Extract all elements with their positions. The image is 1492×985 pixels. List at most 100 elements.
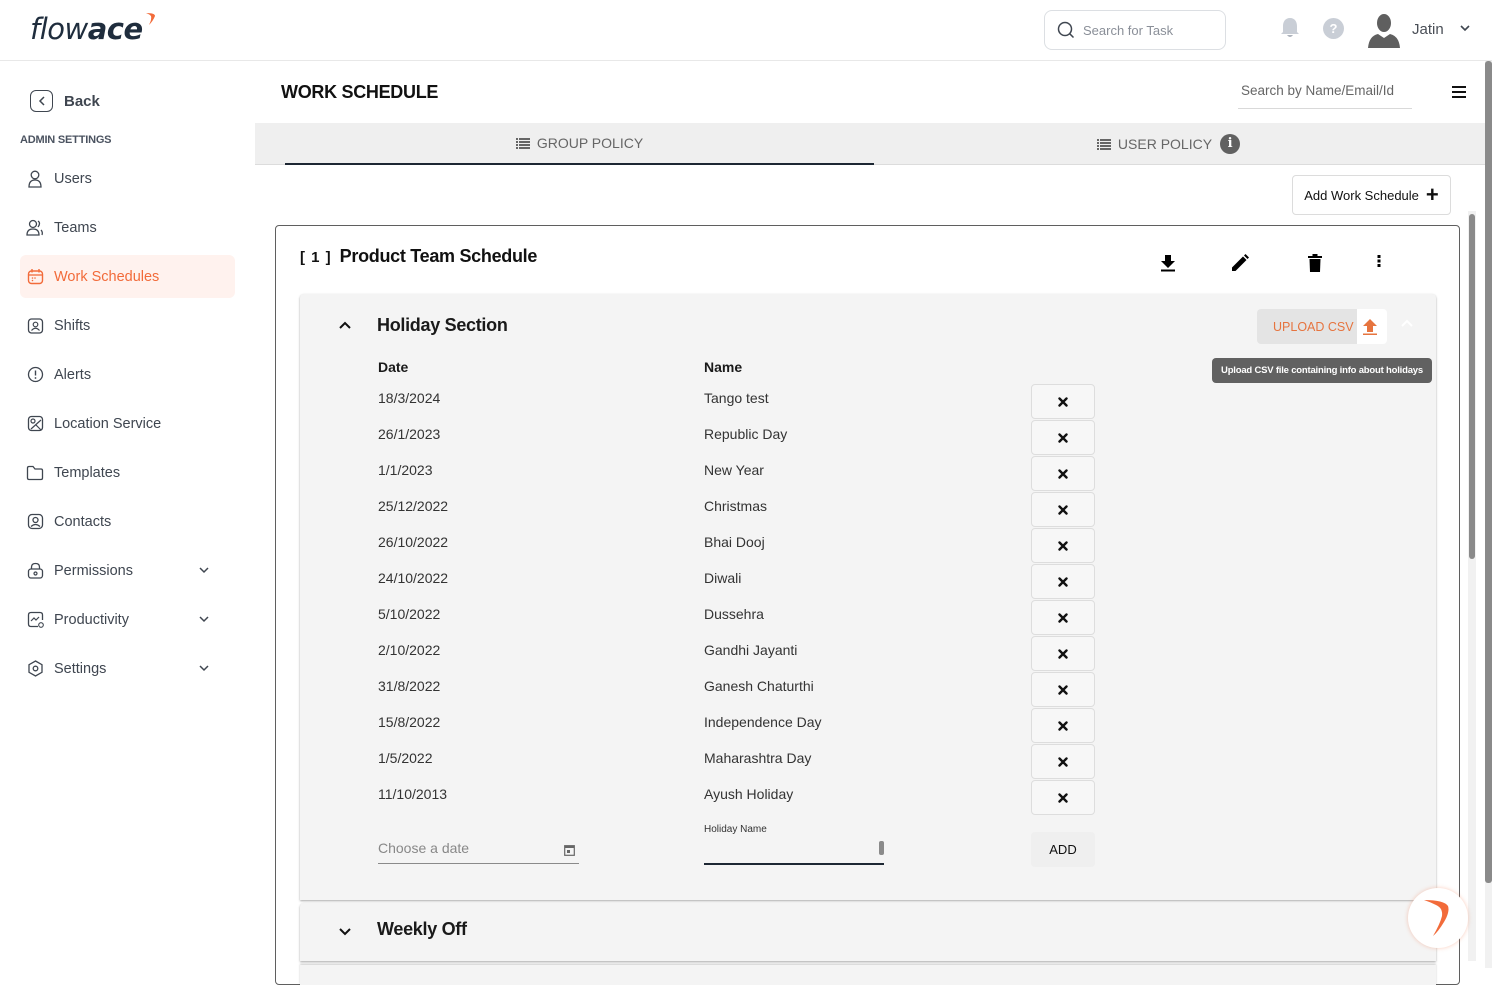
info-icon[interactable]: i bbox=[1220, 134, 1241, 154]
tab-user-policy[interactable]: USER POLICY i bbox=[874, 123, 1463, 165]
delete-holiday-button[interactable] bbox=[1031, 708, 1095, 743]
holiday-row: 26/1/2023 Republic Day bbox=[300, 420, 1436, 456]
delete-holiday-button[interactable] bbox=[1031, 456, 1095, 491]
sidebar-item-users[interactable]: Users bbox=[20, 157, 235, 200]
chevron-down-icon[interactable] bbox=[1459, 23, 1471, 33]
task-search-input[interactable] bbox=[1083, 22, 1213, 38]
plus-icon: + bbox=[1425, 182, 1439, 207]
chevron-up-icon[interactable] bbox=[338, 320, 352, 330]
sidebar-item-shifts[interactable]: Shifts bbox=[20, 304, 235, 347]
weekly-off-title: Weekly Off bbox=[377, 919, 467, 939]
admin-settings-heading: ADMIN SETTINGS bbox=[20, 134, 112, 146]
page-scrollbar-thumb[interactable] bbox=[1485, 61, 1492, 883]
holiday-date: 26/10/2022 bbox=[378, 534, 449, 550]
holiday-date: 24/10/2022 bbox=[378, 570, 449, 586]
delete-holiday-button[interactable] bbox=[1031, 780, 1095, 815]
inner-scrollbar-thumb[interactable] bbox=[1469, 214, 1475, 559]
help-icon[interactable]: ? bbox=[1323, 18, 1344, 39]
holiday-row: 5/10/2022 Dussehra bbox=[300, 600, 1436, 636]
add-work-schedule-button[interactable]: Add Work Schedule + bbox=[1292, 175, 1451, 215]
flowace-logo[interactable]: flowace bbox=[30, 10, 155, 47]
holiday-name: Diwali bbox=[704, 570, 742, 586]
shift-icon bbox=[26, 317, 44, 335]
resize-handle[interactable] bbox=[879, 841, 884, 855]
edit-icon[interactable] bbox=[1231, 254, 1249, 272]
holiday-date: 5/10/2022 bbox=[378, 606, 441, 622]
holiday-date: 1/1/2023 bbox=[378, 462, 433, 478]
sidebar-item-permissions[interactable]: Permissions bbox=[20, 549, 235, 592]
close-icon bbox=[1058, 792, 1068, 803]
chevron-down-icon[interactable] bbox=[198, 614, 210, 624]
calendar-icon bbox=[26, 268, 44, 286]
delete-holiday-button[interactable] bbox=[1031, 384, 1095, 419]
user-name[interactable]: Jatin bbox=[1412, 21, 1444, 38]
holiday-date: 15/8/2022 bbox=[378, 714, 441, 730]
holiday-name: Gandhi Jayanti bbox=[704, 642, 798, 658]
sidebar-item-contacts[interactable]: Contacts bbox=[20, 500, 235, 543]
team-icon bbox=[26, 219, 44, 237]
contact-icon bbox=[26, 513, 44, 531]
holiday-section-title: Holiday Section bbox=[377, 315, 508, 335]
page-title: WORK SCHEDULE bbox=[281, 82, 439, 102]
back-label: Back bbox=[64, 92, 100, 110]
back-button[interactable]: Back bbox=[30, 90, 100, 112]
date-input[interactable] bbox=[378, 832, 548, 856]
sidebar-item-work-schedules[interactable]: Work Schedules bbox=[20, 255, 235, 298]
chevron-down-icon[interactable] bbox=[198, 565, 210, 575]
delete-icon[interactable] bbox=[1308, 254, 1322, 272]
holiday-name-field[interactable] bbox=[704, 839, 884, 865]
list-icon bbox=[1096, 138, 1111, 150]
delete-holiday-button[interactable] bbox=[1031, 528, 1095, 563]
close-icon bbox=[1058, 504, 1068, 515]
holiday-name: Christmas bbox=[704, 498, 768, 514]
sidebar-item-teams[interactable]: Teams bbox=[20, 206, 235, 249]
date-picker-field[interactable] bbox=[378, 832, 579, 864]
holiday-row: 11/10/2013 Ayush Holiday bbox=[300, 780, 1436, 816]
upload-csv-button[interactable]: UPLOAD CSV bbox=[1257, 309, 1387, 344]
upload-csv-tooltip: Upload CSV file containing info about ho… bbox=[1212, 358, 1432, 383]
delete-holiday-button[interactable] bbox=[1031, 492, 1095, 527]
download-icon[interactable] bbox=[1160, 254, 1176, 272]
delete-holiday-button[interactable] bbox=[1031, 672, 1095, 707]
name-search-input[interactable] bbox=[1238, 77, 1412, 104]
weekly-off-section[interactable]: Weekly Off bbox=[300, 903, 1436, 961]
delete-holiday-button[interactable] bbox=[1031, 564, 1095, 599]
holiday-date: 1/5/2022 bbox=[378, 750, 433, 766]
holiday-name: Ganesh Chaturthi bbox=[704, 678, 814, 694]
page-scrollbar[interactable] bbox=[1485, 61, 1492, 968]
holiday-name: New Year bbox=[704, 462, 764, 478]
add-holiday-button[interactable]: ADD bbox=[1031, 832, 1095, 867]
holiday-row: 1/5/2022 Maharashtra Day bbox=[300, 744, 1436, 780]
holiday-date: 11/10/2013 bbox=[378, 786, 448, 802]
main-content: WORK SCHEDULE GROUP POLICY USER POLICY i… bbox=[255, 61, 1485, 985]
more-icon[interactable] bbox=[1377, 254, 1381, 268]
flowace-assistant-button[interactable] bbox=[1408, 888, 1468, 948]
delete-holiday-button[interactable] bbox=[1031, 636, 1095, 671]
sidebar-item-alerts[interactable]: Alerts bbox=[20, 353, 235, 396]
sidebar-item-templates[interactable]: Templates bbox=[20, 451, 235, 494]
chevron-down-icon[interactable] bbox=[338, 927, 352, 937]
sidebar-item-settings[interactable]: Settings bbox=[20, 647, 235, 690]
close-icon bbox=[1058, 576, 1068, 587]
productivity-icon bbox=[26, 611, 44, 629]
policy-tabs: GROUP POLICY USER POLICY i bbox=[255, 123, 1485, 165]
chevron-down-icon[interactable] bbox=[198, 663, 210, 673]
holiday-row: 1/1/2023 New Year bbox=[300, 456, 1436, 492]
delete-holiday-button[interactable] bbox=[1031, 600, 1095, 635]
sidebar-item-productivity[interactable]: Productivity bbox=[20, 598, 235, 641]
task-search[interactable] bbox=[1044, 10, 1226, 50]
avatar-icon[interactable] bbox=[1366, 12, 1402, 48]
name-search[interactable] bbox=[1238, 77, 1412, 109]
sidebar-item-location-service[interactable]: Location Service bbox=[20, 402, 235, 445]
close-icon bbox=[1058, 540, 1068, 551]
calendar-icon[interactable] bbox=[564, 844, 575, 856]
holiday-list: 18/3/2024 Tango test 26/1/2023 Republic Day… bbox=[300, 384, 1436, 816]
bell-icon[interactable] bbox=[1280, 17, 1300, 39]
delete-holiday-button[interactable] bbox=[1031, 744, 1095, 779]
user-icon bbox=[26, 170, 44, 188]
menu-icon[interactable] bbox=[1452, 86, 1466, 98]
tab-group-policy[interactable]: GROUP POLICY bbox=[285, 123, 874, 165]
delete-holiday-button[interactable] bbox=[1031, 420, 1095, 455]
holiday-name-input[interactable] bbox=[704, 839, 874, 861]
close-icon bbox=[1058, 468, 1068, 479]
